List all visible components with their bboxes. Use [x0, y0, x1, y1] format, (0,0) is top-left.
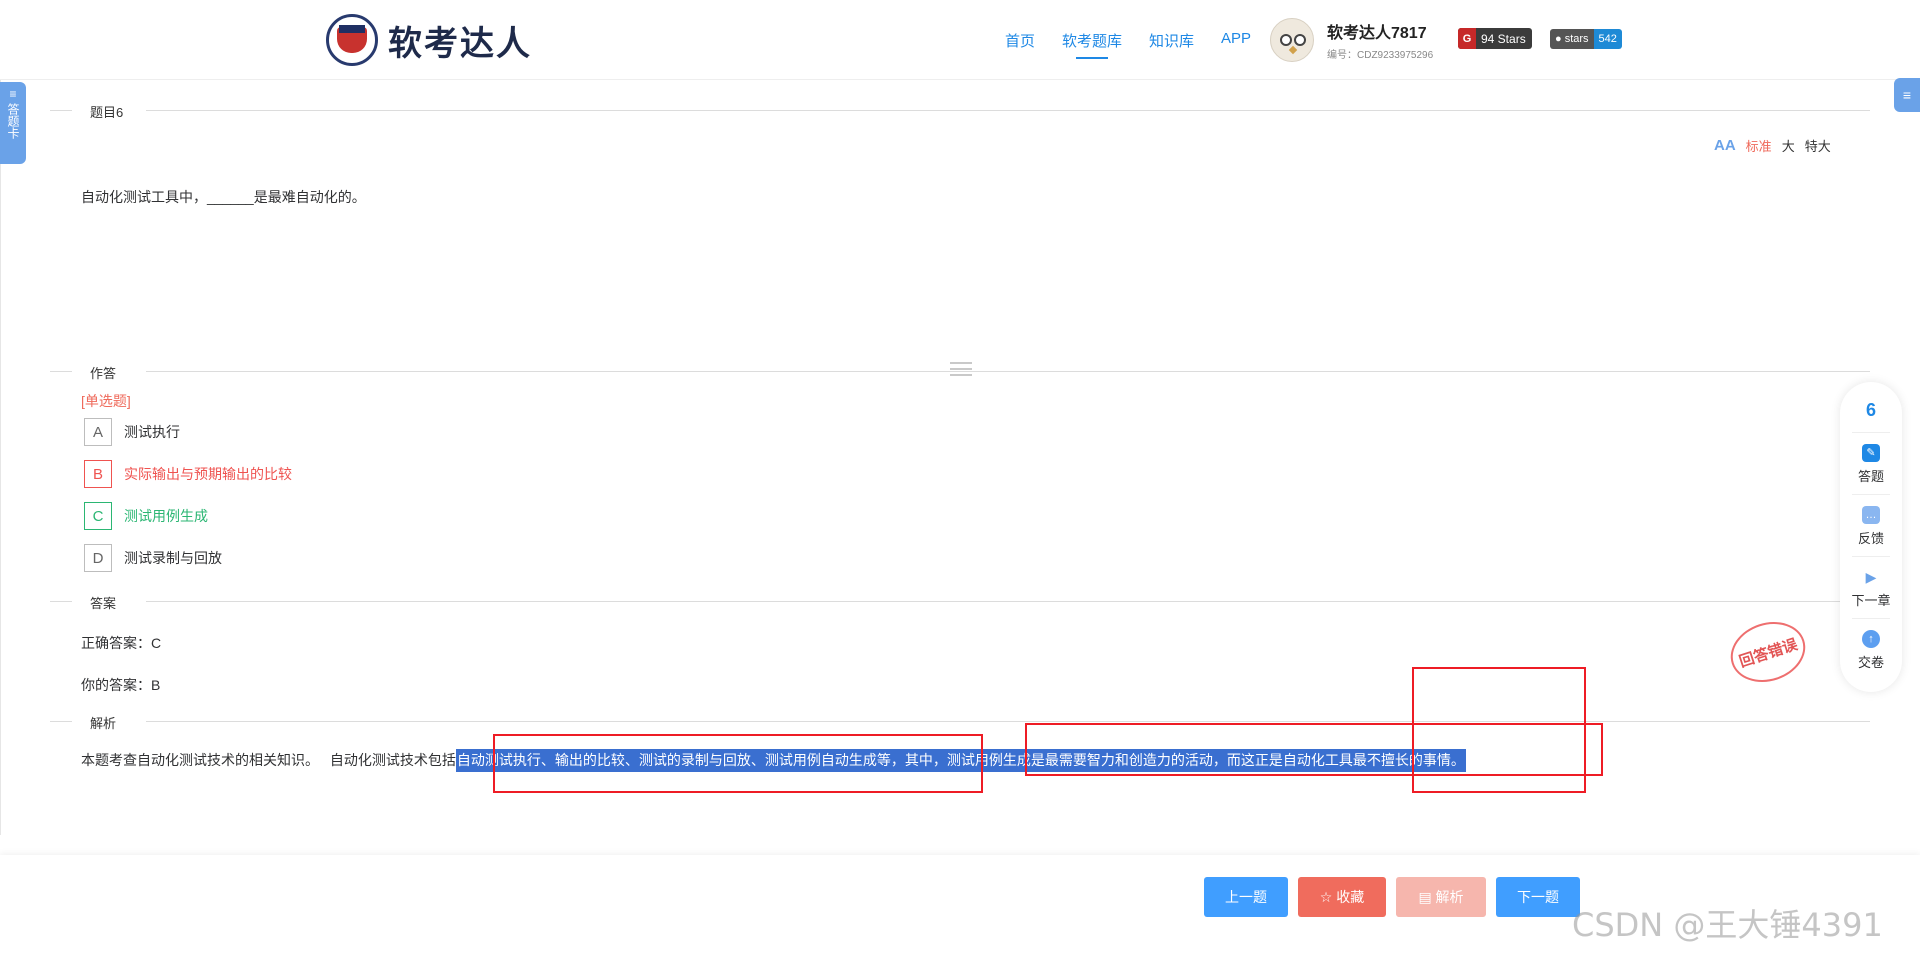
- next-question-button[interactable]: 下一题: [1496, 877, 1580, 917]
- answer-sheet-button[interactable]: ✎ 答题: [1840, 444, 1902, 485]
- skip-next-icon: ▶: [1865, 569, 1877, 585]
- user-id: 编号：CDZ9233975296: [1327, 50, 1434, 61]
- github-stars-label: stars: [1564, 33, 1589, 45]
- option-text: 测试录制与回放: [124, 550, 222, 566]
- option-c[interactable]: C 测试用例生成: [84, 502, 208, 530]
- option-letter: B: [84, 460, 112, 488]
- user-name: 软考达人7817: [1327, 25, 1427, 42]
- analysis-title: 解析: [90, 716, 117, 731]
- gitee-stars-badge[interactable]: G 94 Stars: [1458, 28, 1532, 49]
- option-text: 实际输出与预期输出的比较: [124, 466, 292, 482]
- option-text: 测试用例生成: [124, 508, 208, 524]
- gitee-stars-text: 94 Stars: [1481, 31, 1526, 46]
- answer-card-label: 答题卡: [6, 103, 20, 139]
- content-left-border: [0, 80, 1, 835]
- submit-paper-label: 交卷: [1857, 655, 1884, 670]
- answer-area-title: 作答: [90, 366, 117, 381]
- submit-paper-button[interactable]: ↑ 交卷: [1840, 630, 1902, 671]
- your-answer: 你的答案：B: [81, 677, 161, 693]
- gitee-icon: G: [1458, 28, 1476, 49]
- top-header: 软考达人 首页 软考题库 知识库 APP 软考达人7817 编号：CDZ9233…: [0, 0, 1920, 80]
- answer-card-tab[interactable]: ≡ 答题卡: [0, 82, 26, 164]
- list-icon: ≡: [9, 87, 17, 101]
- option-b[interactable]: B 实际输出与预期输出的比较: [84, 460, 292, 488]
- drag-handle-icon[interactable]: [950, 362, 972, 378]
- analysis-button[interactable]: ▤ 解析: [1396, 877, 1486, 917]
- logo-text: 软考达人: [388, 24, 532, 63]
- font-size-control: AA 标准 大 特大: [1714, 136, 1841, 155]
- github-icon: ●: [1555, 33, 1565, 45]
- correct-answer: 正确答案：C: [81, 635, 162, 651]
- font-size-icon: AA: [1714, 137, 1736, 154]
- avatar[interactable]: [1270, 18, 1314, 62]
- watermark: CSDN @王大锤4391: [1572, 906, 1883, 944]
- floating-action-panel: 6 ✎ 答题 … 反馈 ▶ 下一章 ↑ 交卷: [1840, 382, 1902, 692]
- right-menu-tab[interactable]: ≡: [1894, 78, 1920, 112]
- prev-question-button[interactable]: 上一题: [1204, 877, 1288, 917]
- main-nav: 首页 软考题库 知识库 APP: [1005, 30, 1278, 59]
- feedback-button[interactable]: … 反馈: [1840, 506, 1902, 547]
- nav-home[interactable]: 首页: [1005, 30, 1035, 51]
- option-a[interactable]: A 测试执行: [84, 418, 180, 446]
- question-number: 题目6: [90, 105, 124, 120]
- current-question-number: 6: [1865, 400, 1876, 420]
- nav-knowledge[interactable]: 知识库: [1149, 30, 1194, 51]
- option-letter: D: [84, 544, 112, 572]
- nav-question-bank[interactable]: 软考题库: [1062, 30, 1122, 59]
- nav-app[interactable]: APP: [1221, 30, 1251, 51]
- answer-section-header: 答案: [50, 591, 1870, 611]
- github-stars-badge[interactable]: ● stars 542: [1550, 29, 1622, 49]
- feedback-label: 反馈: [1857, 531, 1884, 546]
- annotation-box-1: [493, 734, 983, 793]
- option-d[interactable]: D 测试录制与回放: [84, 544, 222, 572]
- answer-sheet-label: 答题: [1857, 469, 1884, 484]
- question-text: 自动化测试工具中，______是最难自动化的。: [81, 189, 366, 205]
- github-stars-count: 542: [1593, 29, 1622, 49]
- question-type: [单选题]: [81, 393, 131, 409]
- option-text: 测试执行: [124, 424, 180, 440]
- menu-icon: ≡: [1902, 87, 1912, 103]
- annotation-box-3: [1412, 667, 1586, 793]
- analysis-intro: 本题考查自动化测试技术的相关知识。 自动化测试技术包括: [81, 752, 456, 768]
- upload-icon: ↑: [1862, 630, 1880, 648]
- next-chapter-label: 下一章: [1851, 593, 1891, 608]
- logo-emblem-icon: [326, 14, 378, 66]
- font-size-normal[interactable]: 标准: [1746, 136, 1772, 155]
- answer-sheet-icon: ✎: [1862, 444, 1880, 462]
- next-chapter-button[interactable]: ▶ 下一章: [1840, 568, 1902, 609]
- font-size-large[interactable]: 大: [1782, 136, 1795, 155]
- site-logo[interactable]: 软考达人: [326, 14, 532, 66]
- option-letter: A: [84, 418, 112, 446]
- option-letter: C: [84, 502, 112, 530]
- font-size-xlarge[interactable]: 特大: [1805, 136, 1831, 155]
- stamp-text: 回答错误: [1737, 635, 1800, 671]
- answer-title: 答案: [90, 596, 117, 611]
- feedback-icon: …: [1862, 506, 1880, 524]
- question-section-header: 题目6: [50, 100, 1870, 120]
- user-profile[interactable]: 软考达人7817 编号：CDZ9233975296: [1270, 18, 1433, 62]
- wrong-answer-stamp: 回答错误: [1722, 612, 1814, 692]
- favorite-button[interactable]: ☆ 收藏: [1298, 877, 1386, 917]
